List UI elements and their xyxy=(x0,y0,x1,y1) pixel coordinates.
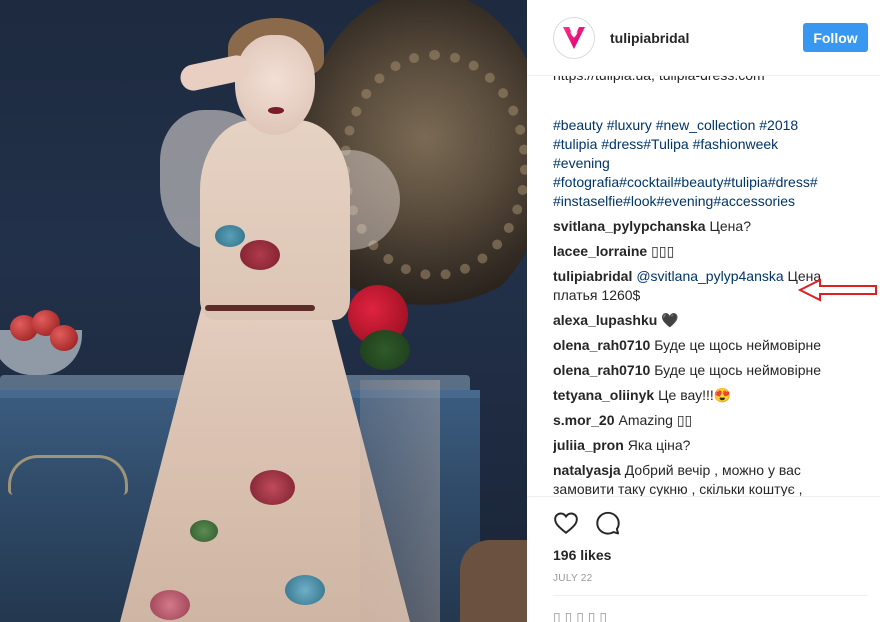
hashtag-line[interactable]: #tulipia #dress#Tulipa #fashionweek xyxy=(553,135,873,154)
embroidery-flower xyxy=(250,470,295,505)
comment-username[interactable]: alexa_lupashku xyxy=(553,312,657,328)
model-lips xyxy=(268,107,284,114)
comment-text: ▯▯▯ xyxy=(651,243,675,259)
comment: lacee_lorraine ▯▯▯ xyxy=(553,242,873,261)
comment-text: Це вау!!!😍 xyxy=(658,387,732,403)
comment-username[interactable]: tulipiabridal xyxy=(553,268,632,284)
comment-text: Яка ціна? xyxy=(627,437,691,453)
heart-icon[interactable] xyxy=(553,510,579,536)
add-comment-area[interactable]: ▯ ▯ ▯ ▯ ▯ xyxy=(553,595,868,622)
embroidery-leaf xyxy=(190,520,218,542)
comment-text: Буде це щось неймовірне xyxy=(654,337,822,353)
mention-link[interactable]: @svitlana_pylyp4anska xyxy=(636,268,783,284)
comment-text: Добрий вечір , можно у вас xyxy=(624,462,801,478)
embroidery-flower xyxy=(285,575,325,605)
tulipia-logo-icon xyxy=(563,27,585,49)
comment-text: Буде це щось неймовірне xyxy=(654,362,822,378)
comment-username[interactable]: lacee_lorraine xyxy=(553,243,647,259)
gold-ornament xyxy=(8,455,128,495)
comment-username[interactable]: olena_rah0710 xyxy=(553,362,650,378)
comment-text-continued: платья 1260$ xyxy=(553,287,641,303)
follow-button[interactable]: Follow xyxy=(803,23,868,52)
username-link[interactable]: tulipiabridal xyxy=(610,30,689,46)
hashtag-line[interactable]: #beauty #luxury #new_collection #2018 xyxy=(553,116,873,135)
comment-username[interactable]: natalyasja xyxy=(553,462,621,478)
comment-username[interactable]: s.mor_20 xyxy=(553,412,614,428)
comment-text: Цена? xyxy=(709,218,751,234)
comment: svitlana_pylypchanska Цена? xyxy=(553,217,873,236)
hashtag-line[interactable]: #instaselfie#look#evening#accessories xyxy=(553,192,873,211)
embroidery-flower xyxy=(215,225,245,247)
avatar[interactable] xyxy=(553,17,595,59)
caption-hashtags: #beauty #luxury #new_collection #2018 #t… xyxy=(553,116,873,211)
comment: olena_rah0710 Буде це щось неймовірне xyxy=(553,336,873,355)
dress-tulle xyxy=(360,380,440,622)
comment-text: Amazing ▯▯ xyxy=(618,412,693,428)
comment-text: 🖤 xyxy=(661,312,679,328)
comment: olena_rah0710 Буде це щось неймовірне xyxy=(553,361,873,380)
comment-username[interactable]: olena_rah0710 xyxy=(553,337,650,353)
comment: natalyasja Добрий вечір , можно у вас зам… xyxy=(553,461,873,496)
hashtag-line[interactable]: #evening xyxy=(553,154,873,173)
post-header: tulipiabridal Follow xyxy=(527,0,880,76)
post-details-panel: tulipiabridal Follow https://tulipia.ua,… xyxy=(527,0,880,622)
embroidery-flower xyxy=(240,240,280,270)
comment-icon[interactable] xyxy=(595,510,621,536)
post-photo[interactable] xyxy=(0,0,527,622)
annotation-arrow-icon xyxy=(798,278,877,302)
apple xyxy=(50,325,78,351)
dress-bodice xyxy=(200,120,350,320)
comment-text-continued: замовити таку сукню , скільки коштує , xyxy=(553,481,803,496)
leaves xyxy=(360,330,410,370)
embroidery-flower xyxy=(150,590,190,620)
model-face xyxy=(235,35,315,135)
dress-belt xyxy=(205,305,315,311)
add-comment-text: ▯ ▯ ▯ ▯ ▯ xyxy=(553,609,608,622)
divider xyxy=(527,496,880,497)
comment-username[interactable]: juliia_pron xyxy=(553,437,624,453)
comment-username[interactable]: svitlana_pylypchanska xyxy=(553,218,706,234)
post-actions xyxy=(553,510,621,536)
comment: alexa_lupashku 🖤 xyxy=(553,311,873,330)
chair xyxy=(460,540,527,622)
comment-username[interactable]: tetyana_oliinyk xyxy=(553,387,654,403)
hashtag-line[interactable]: #fotografia#cocktail#beauty#tulipia#dres… xyxy=(553,173,873,192)
likes-count[interactable]: 196 likes xyxy=(553,547,611,563)
post-date[interactable]: JULY 22 xyxy=(553,573,593,584)
comment: s.mor_20 Amazing ▯▯ xyxy=(553,411,873,430)
caption-link-line[interactable]: https://tulipia.ua, tulipia-dress.com xyxy=(553,76,873,85)
comment: juliia_pron Яка ціна? xyxy=(553,436,873,455)
comment: tetyana_oliinyk Це вау!!!😍 xyxy=(553,386,873,405)
